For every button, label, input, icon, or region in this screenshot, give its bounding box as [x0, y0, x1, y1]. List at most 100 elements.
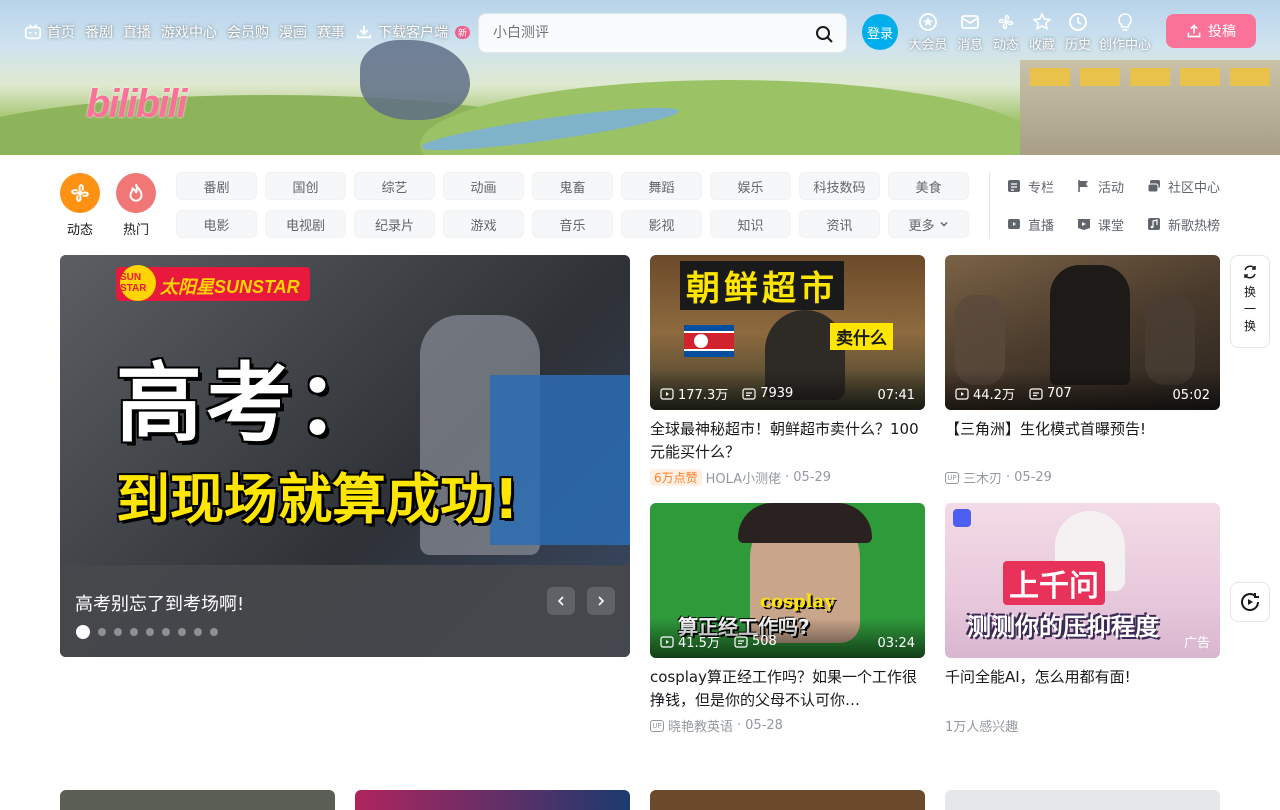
nav-vip[interactable]: 大会员 [906, 12, 950, 53]
carousel-dot[interactable] [210, 628, 218, 636]
video-title[interactable]: cosplay算正经工作吗？如果一个工作很挣钱，但是你的父母不认可你… [650, 666, 925, 712]
nav-bangumi[interactable]: 番剧 [85, 22, 113, 42]
nav-message[interactable]: 消息 [954, 12, 986, 53]
nav-home[interactable]: 首页 [24, 22, 75, 42]
tag-tech[interactable]: 科技数码 [799, 172, 880, 200]
ad-card[interactable]: 上千问 测测你的压抑程度 广告 千问全能AI，怎么用都有面! 1万人感兴趣 [945, 503, 1220, 735]
video-thumbnail[interactable]: 44.2万 707 05:02 [945, 255, 1220, 410]
bilibili-logo[interactable]: bilibili [86, 82, 188, 127]
carousel-next-button[interactable] [587, 587, 615, 615]
refresh-feed-button[interactable]: 换 一 换 [1230, 255, 1270, 348]
side-links: 专栏 活动 社区中心 直播 课堂 新歌热榜 [1006, 176, 1226, 234]
up-icon: UP [945, 471, 959, 484]
tag-entertainment[interactable]: 娱乐 [710, 172, 791, 200]
video-title[interactable]: 【三角洲】生化模式首曝预告! [945, 418, 1220, 464]
nav-history[interactable]: 历史 [1062, 12, 1094, 53]
video-meta: 6万点赞 HOLA小测佬 · 05-29 [650, 468, 925, 487]
channel-dynamic[interactable]: 动态 [60, 173, 100, 238]
video-card[interactable]: 44.2万 707 05:02 【三角洲】生化模式首曝预告! UP 三木刃 · … [945, 255, 1220, 487]
nav-label: 大会员 [908, 38, 948, 53]
video-thumbnail[interactable] [355, 790, 630, 810]
login-button[interactable]: 登录 [862, 14, 898, 50]
category-tags: 番剧 国创 综艺 动画 鬼畜 舞蹈 娱乐 科技数码 美食 电影 电视剧 纪录片 … [176, 172, 969, 238]
channel-hot[interactable]: 热门 [116, 173, 156, 238]
link-column[interactable]: 专栏 [1006, 176, 1076, 196]
nav-esports[interactable]: 赛事 [317, 22, 345, 42]
nav-live[interactable]: 直播 [123, 22, 151, 42]
tag-documentary[interactable]: 纪录片 [354, 210, 435, 238]
tag-game[interactable]: 游戏 [443, 210, 524, 238]
mini-player-button[interactable] [1230, 582, 1270, 622]
ad-thumbnail[interactable]: 上千问 测测你的压抑程度 广告 [945, 503, 1220, 658]
play-icon [955, 387, 969, 400]
video-thumbnail[interactable]: 朝鲜超市 卖什么 177.3万 7939 07:41 [650, 255, 925, 410]
video-author[interactable]: HOLA小测佬 [706, 468, 781, 487]
tag-bangumi[interactable]: 番剧 [176, 172, 257, 200]
tag-variety[interactable]: 综艺 [354, 172, 435, 200]
link-class[interactable]: 课堂 [1076, 214, 1146, 234]
nav-download-client[interactable]: 下载客户端 新 [355, 22, 471, 42]
refresh-label-3: 换 [1243, 319, 1256, 333]
link-label: 社区中心 [1168, 180, 1221, 196]
danmaku-count: 7939 [742, 384, 793, 403]
sunstar-text: 太阳星SUNSTAR [160, 277, 300, 297]
nav-creator-center[interactable]: 创作中心 [1098, 12, 1152, 53]
link-activity[interactable]: 活动 [1076, 176, 1146, 196]
meta-dot: · [785, 470, 790, 485]
danmaku-icon [1029, 387, 1043, 400]
carousel-dot[interactable] [114, 628, 122, 636]
carousel-dot[interactable] [146, 628, 154, 636]
carousel-dot[interactable] [130, 628, 138, 636]
video-date: 05-28 [745, 718, 783, 733]
video-date: 05-29 [1014, 470, 1052, 485]
vip-icon [919, 13, 937, 31]
tag-movie[interactable]: 电影 [176, 210, 257, 238]
link-music-chart[interactable]: 新歌热榜 [1146, 214, 1226, 234]
ad-title[interactable]: 千问全能AI，怎么用都有面! [945, 666, 1220, 712]
tag-news[interactable]: 资讯 [799, 210, 880, 238]
tag-music[interactable]: 音乐 [532, 210, 613, 238]
link-community[interactable]: 社区中心 [1146, 176, 1226, 196]
play-count: 177.3万 [660, 384, 728, 403]
tag-guochuang[interactable]: 国创 [265, 172, 346, 200]
replay-icon [1241, 593, 1260, 611]
carousel-dot[interactable] [98, 628, 106, 636]
nav-label: 赛事 [317, 25, 345, 41]
video-card[interactable]: 朝鲜超市 卖什么 177.3万 7939 07:41 全球最神秘超市！朝鲜超市卖… [650, 255, 925, 487]
banner-carousel[interactable]: SUN STAR 太阳星SUNSTAR 高考： 到现场就算成功! 高考别忘了到考… [60, 255, 630, 657]
video-title[interactable]: 全球最神秘超市！朝鲜超市卖什么？100元能买什么？ [650, 418, 925, 464]
video-card[interactable]: cosplay 算正经工作吗? 41.5万 508 03:24 cosplay算… [650, 503, 925, 735]
search-input[interactable] [487, 19, 797, 47]
nav-mall[interactable]: 会员购 [227, 22, 269, 42]
nav-game-center[interactable]: 游戏中心 [161, 22, 217, 42]
video-thumbnail[interactable] [650, 790, 925, 810]
carousel-dots [76, 625, 218, 639]
tag-film[interactable]: 影视 [621, 210, 702, 238]
search-icon[interactable] [814, 24, 834, 44]
carousel-dot[interactable] [178, 628, 186, 636]
nav-manga[interactable]: 漫画 [279, 22, 307, 42]
refresh-icon [1244, 265, 1256, 279]
play-icon [660, 387, 674, 400]
tag-tv[interactable]: 电视剧 [265, 210, 346, 238]
video-author[interactable]: 三木刃 [963, 468, 1002, 487]
tag-knowledge[interactable]: 知识 [710, 210, 791, 238]
carousel-dot[interactable] [194, 628, 202, 636]
video-author[interactable]: 晓艳教英语 [668, 716, 733, 735]
link-live[interactable]: 直播 [1006, 214, 1076, 234]
nav-dynamic[interactable]: 动态 [990, 12, 1022, 53]
video-thumbnail[interactable] [60, 790, 335, 810]
tag-animation[interactable]: 动画 [443, 172, 524, 200]
carousel-dot[interactable] [76, 625, 90, 639]
tag-dance[interactable]: 舞蹈 [621, 172, 702, 200]
carousel-prev-button[interactable] [547, 587, 575, 615]
carousel-title[interactable]: 高考别忘了到考场啊! [75, 590, 244, 616]
tag-food[interactable]: 美食 [888, 172, 969, 200]
tag-more[interactable]: 更多 [888, 210, 969, 238]
upload-button[interactable]: 投稿 [1166, 14, 1256, 48]
video-thumbnail[interactable] [945, 790, 1220, 810]
video-thumbnail[interactable]: cosplay 算正经工作吗? 41.5万 508 03:24 [650, 503, 925, 658]
nav-favorites[interactable]: 收藏 [1026, 12, 1058, 53]
tag-kichiku[interactable]: 鬼畜 [532, 172, 613, 200]
carousel-dot[interactable] [162, 628, 170, 636]
